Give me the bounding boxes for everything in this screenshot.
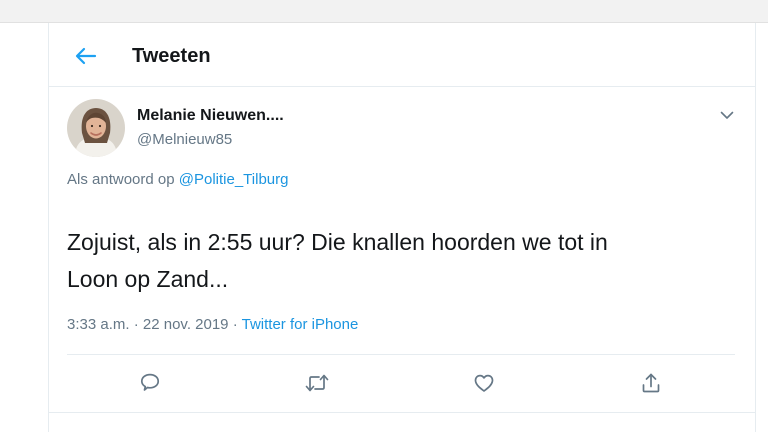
retweet-button[interactable] [302,368,332,398]
profile-photo [67,99,125,157]
retweet-icon [305,374,329,392]
tweet-actions [49,356,755,411]
tweet-time-link[interactable]: 3:33 a.m. [67,316,130,333]
like-button[interactable] [469,368,499,398]
author-name[interactable]: Melanie Nieuwen.... [137,107,284,125]
tweet-detail-column: Tweeten Melanie Nieuwen.... @Melnieuw85 … [48,23,756,432]
arrow-left-icon [75,47,97,65]
tweet-source-link[interactable]: Twitter for iPhone [242,316,359,333]
share-button[interactable] [636,368,666,398]
share-icon [642,373,660,393]
divider [67,354,735,355]
reply-prefix: Als antwoord op [67,171,175,188]
page-title: Tweeten [132,45,211,67]
reply-context: Als antwoord op @Politie_Tilburg [67,171,288,188]
tweet-menu-button[interactable] [715,103,739,127]
divider [49,412,755,413]
tweet-text: Zojuist, als in 2:55 uur? Die knallen ho… [67,229,608,292]
page-header: Tweeten [49,23,755,87]
reply-button[interactable] [135,368,165,398]
avatar[interactable] [67,99,125,157]
reply-to-mention-link[interactable]: @Politie_Tilburg [179,171,289,188]
meta-separator: · [232,316,238,333]
like-icon [474,374,494,392]
back-button[interactable] [71,41,101,71]
reply-icon [140,373,160,391]
meta-separator: · [133,316,139,333]
browser-top-bar [0,0,768,23]
tweet-meta: 3:33 a.m. · 22 nov. 2019 · Twitter for i… [67,316,358,333]
tweet-date-link[interactable]: 22 nov. 2019 [143,316,229,333]
author-handle[interactable]: @Melnieuw85 [137,131,232,148]
chevron-down-icon [720,111,734,119]
